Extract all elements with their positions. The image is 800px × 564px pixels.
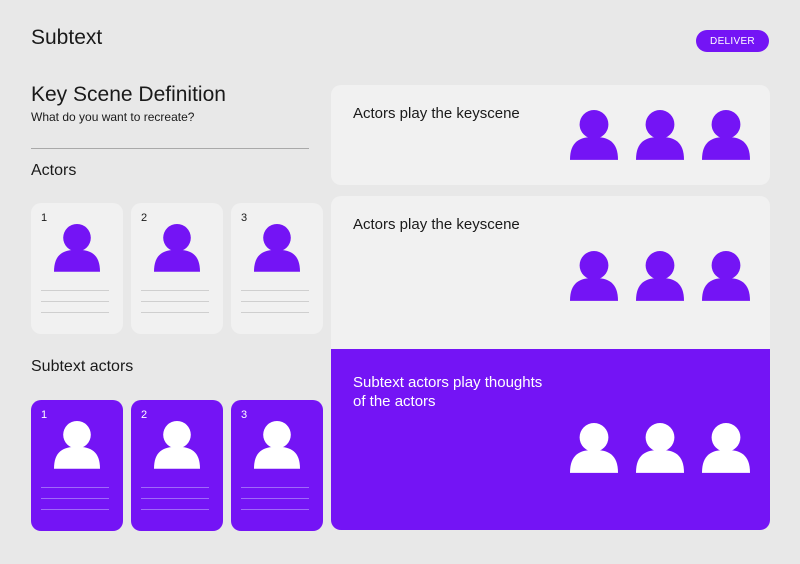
- actor-card[interactable]: 2: [131, 203, 223, 334]
- person-icon: [702, 420, 750, 478]
- card-line: [241, 498, 309, 499]
- subtext-panel[interactable]: Subtext actors play thoughts of the acto…: [331, 349, 770, 530]
- card-line: [41, 487, 109, 488]
- card-line: [241, 290, 309, 291]
- app-title: Subtext: [31, 26, 103, 49]
- subtext-actors-label: Subtext actors: [31, 358, 134, 375]
- panel-middle-text: Actors play the keyscene: [353, 216, 520, 233]
- person-icon: [570, 420, 618, 478]
- card-line: [141, 487, 209, 488]
- panel-bottom-line1: Subtext actors play thoughts: [353, 374, 543, 391]
- section-title: Key Scene Definition: [31, 83, 226, 106]
- actor-card[interactable]: 2: [131, 400, 223, 531]
- card-number: 3: [241, 212, 248, 224]
- section-subtitle: What do you want to recreate?: [31, 110, 195, 124]
- card-line: [141, 301, 209, 302]
- panel-top-text: Actors play the keyscene: [353, 105, 520, 122]
- card-line: [141, 312, 209, 313]
- card-line: [41, 312, 109, 313]
- card-line: [241, 312, 309, 313]
- card-number: 2: [141, 212, 148, 224]
- person-icon: [570, 107, 618, 165]
- actor-card[interactable]: 1: [31, 400, 123, 531]
- person-icon: [636, 107, 684, 165]
- card-line: [141, 509, 209, 510]
- card-line: [41, 509, 109, 510]
- panel-bottom-line2: of the actors: [353, 393, 436, 410]
- card-line: [41, 301, 109, 302]
- figure-group: [570, 248, 750, 306]
- person-icon: [702, 107, 750, 165]
- person-icon: [570, 248, 618, 306]
- divider: [31, 148, 309, 149]
- figure-group: [570, 420, 750, 478]
- person-icon: [154, 418, 200, 474]
- card-line: [241, 487, 309, 488]
- person-icon: [254, 221, 300, 277]
- person-icon: [54, 418, 100, 474]
- card-line: [41, 498, 109, 499]
- card-line: [241, 301, 309, 302]
- figure-group: [570, 107, 750, 165]
- person-icon: [702, 248, 750, 306]
- card-number: 1: [41, 212, 48, 224]
- card-line: [141, 498, 209, 499]
- card-line: [41, 290, 109, 291]
- actor-card[interactable]: 1: [31, 203, 123, 334]
- person-icon: [154, 221, 200, 277]
- card-number: 2: [141, 409, 148, 421]
- keyscene-panel-top[interactable]: Actors play the keyscene: [331, 85, 770, 185]
- card-number: 1: [41, 409, 48, 421]
- card-line: [141, 290, 209, 291]
- keyscene-panel-middle[interactable]: Actors play the keyscene: [331, 196, 770, 349]
- actor-card[interactable]: 3: [231, 400, 323, 531]
- person-icon: [636, 248, 684, 306]
- card-line: [241, 509, 309, 510]
- person-icon: [254, 418, 300, 474]
- actors-label: Actors: [31, 162, 77, 179]
- actor-card[interactable]: 3: [231, 203, 323, 334]
- person-icon: [636, 420, 684, 478]
- person-icon: [54, 221, 100, 277]
- card-number: 3: [241, 409, 248, 421]
- deliver-button[interactable]: DELIVER: [696, 30, 769, 52]
- panel-bottom-text: Subtext actors play thoughts of the acto…: [353, 373, 542, 411]
